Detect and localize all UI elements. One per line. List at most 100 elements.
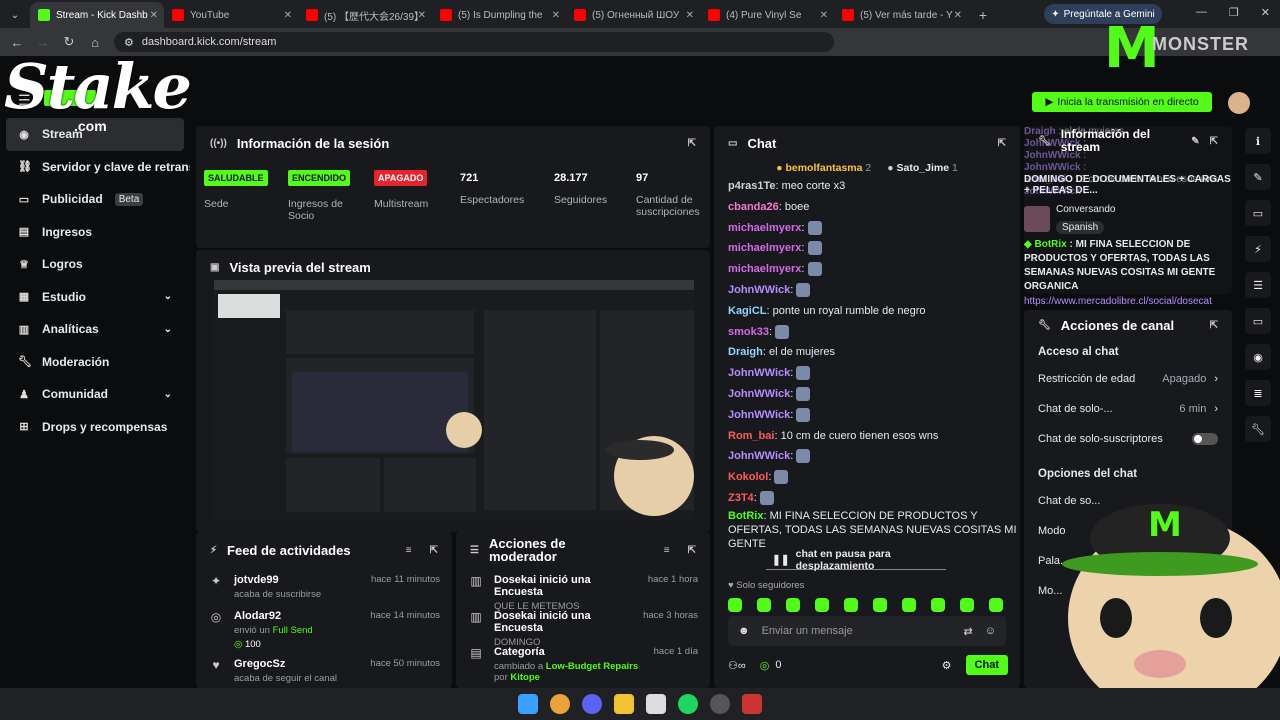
close-icon[interactable]: ✕	[954, 10, 962, 21]
emote-icon[interactable]	[844, 598, 858, 612]
go-live-button[interactable]: ▶ Inicia la transmisión en directo	[1032, 92, 1212, 112]
sidebar-item-ads[interactable]: ▭ Publicidad Beta	[0, 183, 190, 216]
sidebar-item-moderation[interactable]: 🔧︎ Moderación	[0, 346, 190, 379]
chat-username[interactable]: Draigh	[728, 346, 763, 358]
chat-message[interactable]: smok33:	[714, 322, 1020, 343]
chat-message[interactable]: BotRix: MI FINA SELECCION DE PRODUCTOS Y…	[714, 509, 1020, 548]
chat-message[interactable]: cbanda26: boee	[714, 197, 1020, 218]
popout-icon[interactable]: ⇱	[998, 138, 1006, 149]
chat-username[interactable]: KagiCL	[728, 305, 767, 317]
browser-tab[interactable]: (4) Pure Vinyl Se ✕	[700, 2, 834, 28]
chat-username[interactable]: BotRix	[728, 510, 763, 522]
chat-paused-banner[interactable]: ❚❚ chat en pausa para desplazamiento	[766, 548, 946, 572]
emote-icon[interactable]	[902, 598, 916, 612]
browser-tab[interactable]: (5) Огненный ШОУ ✕	[566, 2, 700, 28]
broadcast-icon[interactable]: ◉	[1245, 344, 1271, 370]
subscribers-only-row[interactable]: Chat de solo-suscriptores	[1024, 424, 1232, 454]
age-restriction-row[interactable]: Restricción de edad Apagado ›	[1024, 364, 1232, 394]
sidebar-item-revenue[interactable]: ▤ Ingresos	[0, 216, 190, 249]
valorant-icon[interactable]	[742, 694, 762, 714]
emote-icon[interactable]	[931, 598, 945, 612]
chat-username[interactable]: Kokolol	[728, 471, 768, 483]
chat-username[interactable]: cbanda26	[728, 201, 779, 213]
chat-username[interactable]: Rom_bai	[728, 430, 774, 442]
filter-icon[interactable]: ≡	[406, 545, 412, 556]
close-icon[interactable]: ✕	[150, 10, 158, 21]
edit-icon[interactable]: ✎	[1191, 136, 1199, 147]
chat-username[interactable]: JohnWWick	[728, 284, 790, 296]
chat-message[interactable]: michaelmyerx:	[714, 259, 1020, 280]
stream-preview-video[interactable]	[214, 280, 694, 520]
browser-tab[interactable]: (5) Is Dumpling the ✕	[432, 2, 566, 28]
botrix-link[interactable]: https://www.mercadolibre.cl/social/dosec…	[1024, 296, 1236, 307]
send-chat-button[interactable]: Chat	[965, 655, 1008, 675]
browser-tab[interactable]: (5) 【歴代大会26/39】 ✕	[298, 2, 432, 28]
close-icon[interactable]: ✕	[552, 10, 560, 21]
list-icon[interactable]: ☰	[1245, 272, 1271, 298]
chat-message[interactable]: JohnWWick:	[714, 384, 1020, 405]
discord-icon[interactable]	[582, 694, 602, 714]
chat-message[interactable]: michaelmyerx:	[714, 238, 1020, 259]
tab-menu-button[interactable]: ⌄	[0, 2, 30, 28]
chat-input-box[interactable]: ☻ Enviar un mensaje ⇄ ☺	[728, 616, 1006, 646]
popout-icon[interactable]: ⇱	[1210, 136, 1218, 147]
chat-username[interactable]: p4ras1Te	[728, 180, 776, 192]
emote-icon[interactable]	[786, 598, 800, 612]
wrench-icon[interactable]: 🔧︎	[1245, 416, 1271, 442]
back-icon[interactable]: ←	[4, 35, 30, 50]
emote-icon[interactable]	[873, 598, 887, 612]
emote-icon[interactable]	[757, 598, 771, 612]
chat-message[interactable]: Draigh: el de mujeres	[714, 342, 1020, 363]
close-icon[interactable]: ✕	[820, 10, 828, 21]
sidebar-item-server-key[interactable]: ⛓Servidor y clave de retransmisión	[0, 151, 190, 184]
avatar[interactable]	[1228, 92, 1250, 114]
lightning-icon[interactable]: ⚡︎	[1245, 236, 1271, 262]
forward-icon[interactable]: →	[30, 35, 56, 50]
chat-message[interactable]: JohnWWick:	[714, 363, 1020, 384]
popout-icon[interactable]: ⇱	[688, 138, 696, 149]
popout-icon[interactable]: ⇱	[430, 545, 438, 556]
browser-tab[interactable]: Stream - Kick Dashb ✕	[30, 2, 164, 28]
sidebar-item-analytics[interactable]: ▥ Analíticas ⌄	[0, 313, 190, 346]
emote-icon[interactable]	[728, 598, 742, 612]
windows-start-icon[interactable]	[518, 694, 538, 714]
emoji-icon[interactable]: ☻	[738, 625, 750, 637]
stack-icon[interactable]: ≣	[1245, 380, 1271, 406]
subscribers-only-toggle[interactable]	[1192, 433, 1218, 445]
chat-username[interactable]: JohnWWick	[728, 367, 790, 379]
home-icon[interactable]: ⌂	[82, 35, 108, 50]
chat-message[interactable]: Rom_bai: 10 cm de cuero tienen esos wns	[714, 426, 1020, 447]
chat-username[interactable]: smok33	[728, 326, 769, 338]
browser-tab[interactable]: YouTube ✕	[164, 2, 298, 28]
sidebar-item-studio[interactable]: ▦ Estudio ⌄	[0, 281, 190, 314]
media-app-icon[interactable]	[646, 694, 666, 714]
obs-icon[interactable]	[710, 694, 730, 714]
chat-username[interactable]: michaelmyerx	[728, 242, 801, 254]
chat-message[interactable]: Kokolol:	[714, 467, 1020, 488]
chat-message[interactable]: JohnWWick:	[714, 280, 1020, 301]
filter-icon[interactable]: ≡	[664, 545, 670, 556]
sidebar-item-achievements[interactable]: ♕ Logros	[0, 248, 190, 281]
chat-username[interactable]: michaelmyerx	[728, 222, 801, 234]
close-icon[interactable]: ✕	[284, 10, 292, 21]
sidebar-item-community[interactable]: ♟ Comunidad ⌄	[0, 378, 190, 411]
translate-icon[interactable]: ⇄	[964, 625, 973, 638]
chat-message[interactable]: michaelmyerx:	[714, 218, 1020, 239]
file-explorer-icon[interactable]	[614, 694, 634, 714]
users-icon[interactable]: ⚇∞	[728, 659, 746, 672]
url-field[interactable]: ⚙ dashboard.kick.com/stream	[114, 32, 834, 52]
chat-username[interactable]: Z3T4	[728, 492, 754, 504]
close-icon[interactable]: ✕	[418, 10, 426, 21]
chat-message-list[interactable]: p4ras1Te: meo corte x3 cbanda26: boee mich…	[714, 176, 1020, 548]
spotify-icon[interactable]	[678, 694, 698, 714]
chat-username[interactable]: JohnWWick	[728, 388, 790, 400]
chat-username[interactable]: JohnWWick	[728, 450, 790, 462]
settings-icon[interactable]: ⚙	[942, 659, 952, 672]
emote-icon[interactable]	[960, 598, 974, 612]
chat-username[interactable]: JohnWWick	[728, 409, 790, 421]
chat-message[interactable]: KagiCL: ponte un royal rumble de negro	[714, 301, 1020, 322]
chat-icon[interactable]: ▭	[1245, 308, 1271, 334]
reload-icon[interactable]: ↻	[56, 34, 82, 50]
new-tab-button[interactable]: +	[968, 2, 998, 28]
emote-icon[interactable]	[989, 598, 1003, 612]
